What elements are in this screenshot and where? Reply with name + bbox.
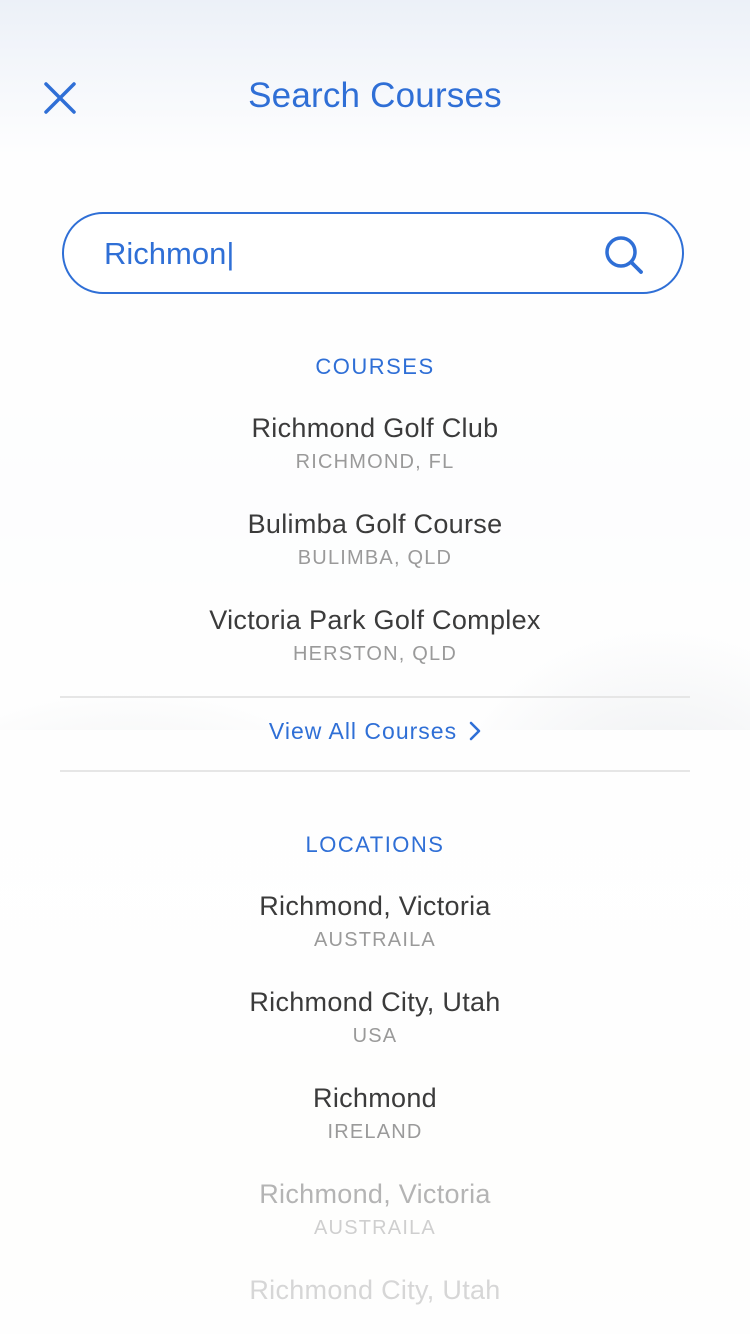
location-result[interactable]: Richmond City, Utah — [0, 1273, 750, 1307]
location-name: Richmond City, Utah — [249, 987, 501, 1017]
course-name: Richmond Golf Club — [251, 413, 499, 443]
location-country: IRELAND — [327, 1121, 423, 1143]
course-location: RICHMOND, FL — [295, 451, 455, 473]
search-overlay: Search Courses COURSES Richmond Golf Clu… — [0, 0, 750, 1334]
search-field[interactable] — [62, 212, 684, 294]
location-name: Richmond, Victoria — [259, 891, 491, 921]
location-result[interactable]: Richmond IRELAND — [0, 1081, 750, 1145]
status-bar — [0, 0, 750, 40]
chevron-right-icon — [469, 721, 481, 741]
page-title: Search Courses — [248, 76, 502, 115]
location-result[interactable]: Richmond City, Utah USA — [0, 985, 750, 1049]
course-name: Bulimba Golf Course — [247, 509, 503, 539]
header: Search Courses — [0, 40, 750, 156]
course-location: BULIMBA, QLD — [297, 547, 453, 569]
location-country: USA — [352, 1025, 398, 1047]
course-location: HERSTON, QLD — [292, 643, 458, 665]
divider — [60, 696, 690, 698]
location-result[interactable]: Richmond, Victoria AUSTRAILA — [0, 889, 750, 953]
divider — [60, 770, 690, 772]
view-all-courses-label: View All Courses — [268, 718, 458, 744]
search-icon[interactable] — [602, 233, 646, 277]
course-result[interactable]: Victoria Park Golf Complex HERSTON, QLD — [0, 603, 750, 667]
view-all-courses-link[interactable]: View All Courses — [0, 718, 750, 750]
location-result[interactable]: Richmond, Victoria AUSTRAILA — [0, 1177, 750, 1241]
location-country: AUSTRAILA — [314, 1217, 436, 1239]
location-name: Richmond — [313, 1083, 437, 1113]
course-name: Victoria Park Golf Complex — [209, 605, 541, 635]
location-country: AUSTRAILA — [314, 929, 436, 951]
search-input[interactable] — [104, 232, 584, 276]
courses-heading: COURSES — [315, 354, 435, 379]
course-result[interactable]: Bulimba Golf Course BULIMBA, QLD — [0, 507, 750, 571]
locations-heading: LOCATIONS — [305, 832, 445, 857]
course-result[interactable]: Richmond Golf Club RICHMOND, FL — [0, 411, 750, 475]
location-name: Richmond, Victoria — [259, 1179, 491, 1209]
location-name: Richmond City, Utah — [249, 1275, 501, 1305]
